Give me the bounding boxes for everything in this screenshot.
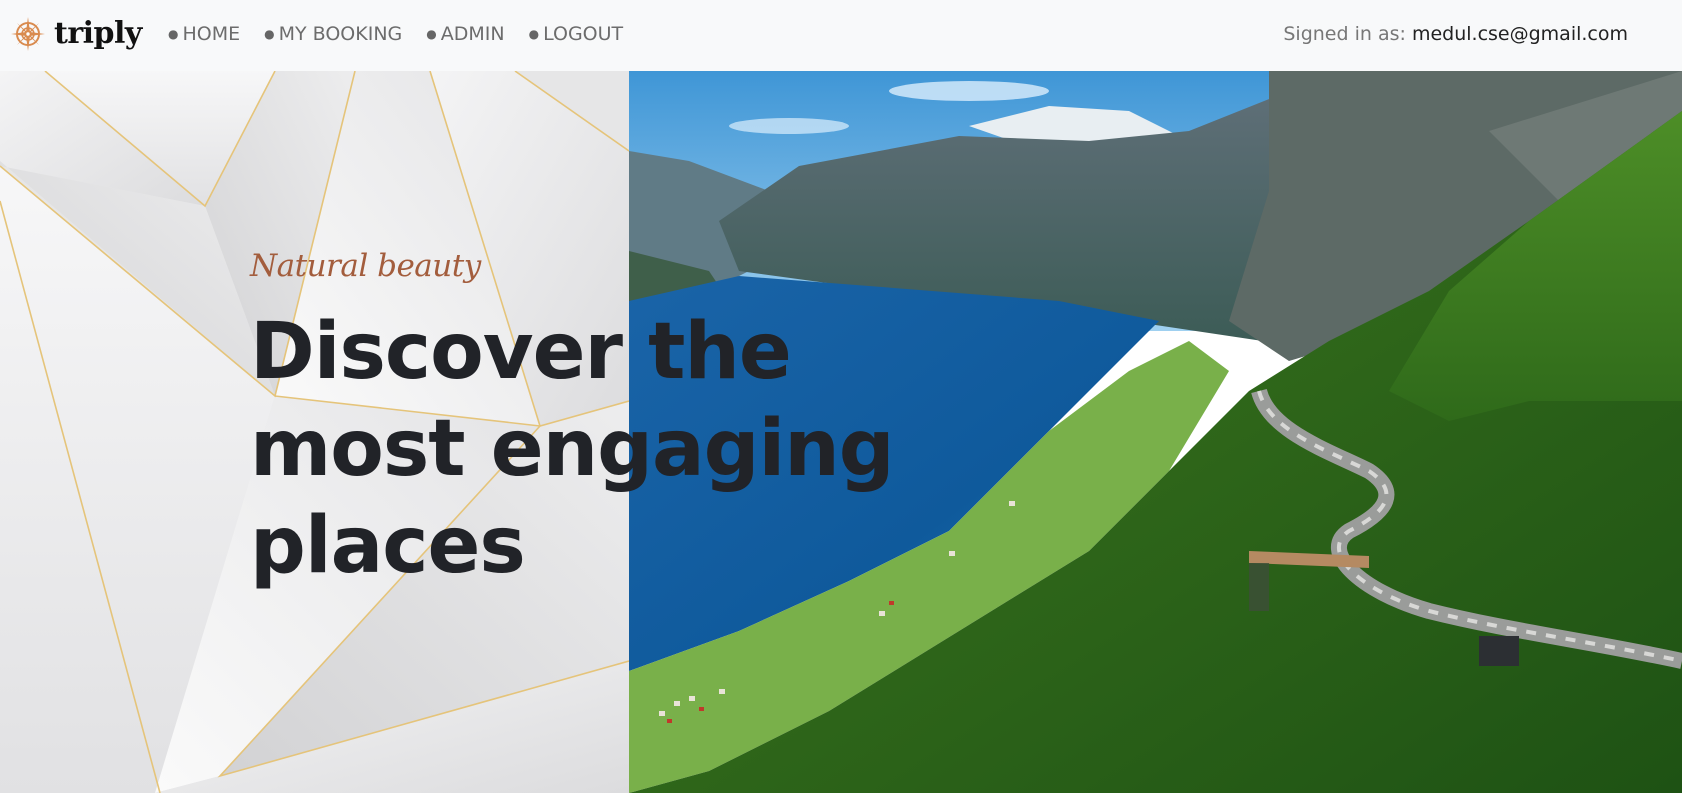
nav-home-label: HOME [182,23,241,45]
headline-line: most engaging [250,404,895,494]
hero-headline: Discover the most engaging places [250,304,930,595]
nav-admin-link[interactable]: ● ADMIN [426,22,504,46]
compass-icon [11,17,45,51]
bullet-icon: ● [168,27,179,41]
headline-line: Discover the [250,307,792,397]
user-email: medul.cse@gmail.com [1411,23,1628,45]
bullet-icon: ● [528,27,540,41]
headline-line: places [250,501,526,591]
hero-section: Natural beauty Discover the most engagin… [0,71,1682,793]
nav-admin-label: ADMIN [440,23,505,45]
nav-my-booking-link[interactable]: ● MY BOOKING [264,22,402,46]
hero-tagline: Natural beauty [250,248,481,284]
signed-in-status: Signed in as: medul.cse@gmail.com [1283,22,1628,46]
nav-logout-label: LOGOUT [543,23,624,45]
nav-my-booking-label: MY BOOKING [278,23,403,45]
nav-links: ● HOME ● MY BOOKING ● ADMIN ● LOGOUT [168,22,647,46]
signed-in-prefix: Signed in as: [1283,23,1406,45]
bullet-icon: ● [426,27,437,41]
navbar: triply ● HOME ● MY BOOKING ● ADMIN ● LOG… [0,0,1682,71]
nav-logout-link[interactable]: ● LOGOUT [529,22,624,46]
nav-home-link[interactable]: ● HOME [168,22,240,46]
brand-name: triply [54,16,142,51]
brand-link[interactable]: triply [10,16,142,52]
bullet-icon: ● [264,27,275,41]
hero-text: Natural beauty Discover the most engagin… [250,246,930,595]
